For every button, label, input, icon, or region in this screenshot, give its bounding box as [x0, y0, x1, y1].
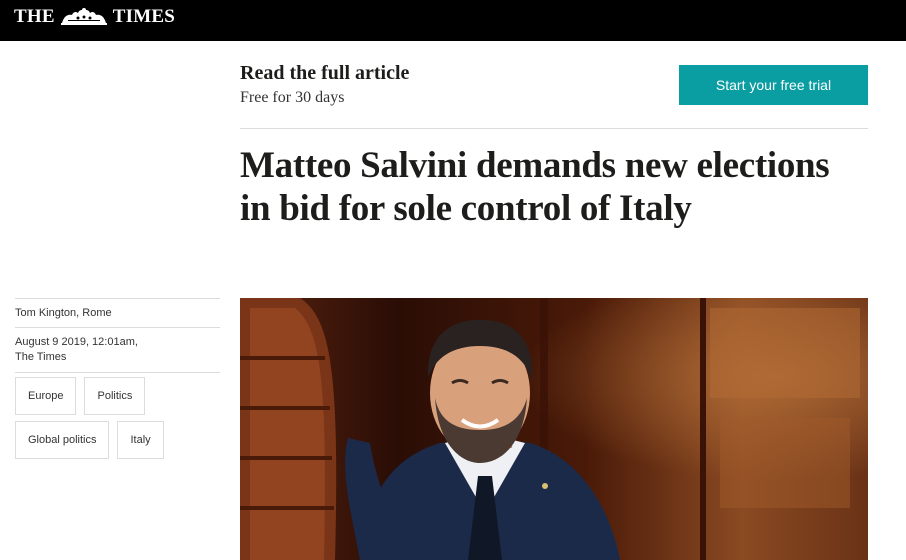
times-logo[interactable]: THE TIMES	[14, 6, 175, 28]
article-headline: Matteo Salvini demands new elections in …	[240, 145, 830, 229]
tag-global-politics[interactable]: Global politics	[15, 421, 110, 459]
promo-title: Read the full article	[240, 62, 410, 84]
promo-subtitle: Free for 30 days	[240, 89, 345, 106]
publish-dateline: August 9 2019, 12:01am, The Times	[15, 328, 220, 372]
logo-text-the: THE	[14, 6, 55, 27]
author-byline[interactable]: Tom Kington, Rome	[15, 299, 220, 327]
article-lead-photo	[240, 298, 868, 560]
article-meta: Tom Kington, Rome August 9 2019, 12:01am…	[15, 298, 220, 373]
logo-text-times: TIMES	[112, 6, 175, 27]
tag-italy[interactable]: Italy	[117, 421, 164, 459]
masthead: THE TIMES	[0, 0, 906, 41]
publication-name: The Times	[15, 351, 67, 363]
start-free-trial-button[interactable]: Start your free trial	[679, 65, 868, 105]
tag-politics[interactable]: Politics	[84, 377, 146, 415]
lead-photo-image	[240, 298, 868, 560]
promo-divider	[240, 128, 868, 129]
publish-date: August 9 2019, 12:01am,	[15, 336, 138, 348]
royal-crest-icon	[60, 8, 107, 25]
topic-tags: Europe Politics Global politics Italy	[15, 377, 220, 465]
tag-europe[interactable]: Europe	[15, 377, 77, 415]
meta-divider	[15, 372, 220, 373]
